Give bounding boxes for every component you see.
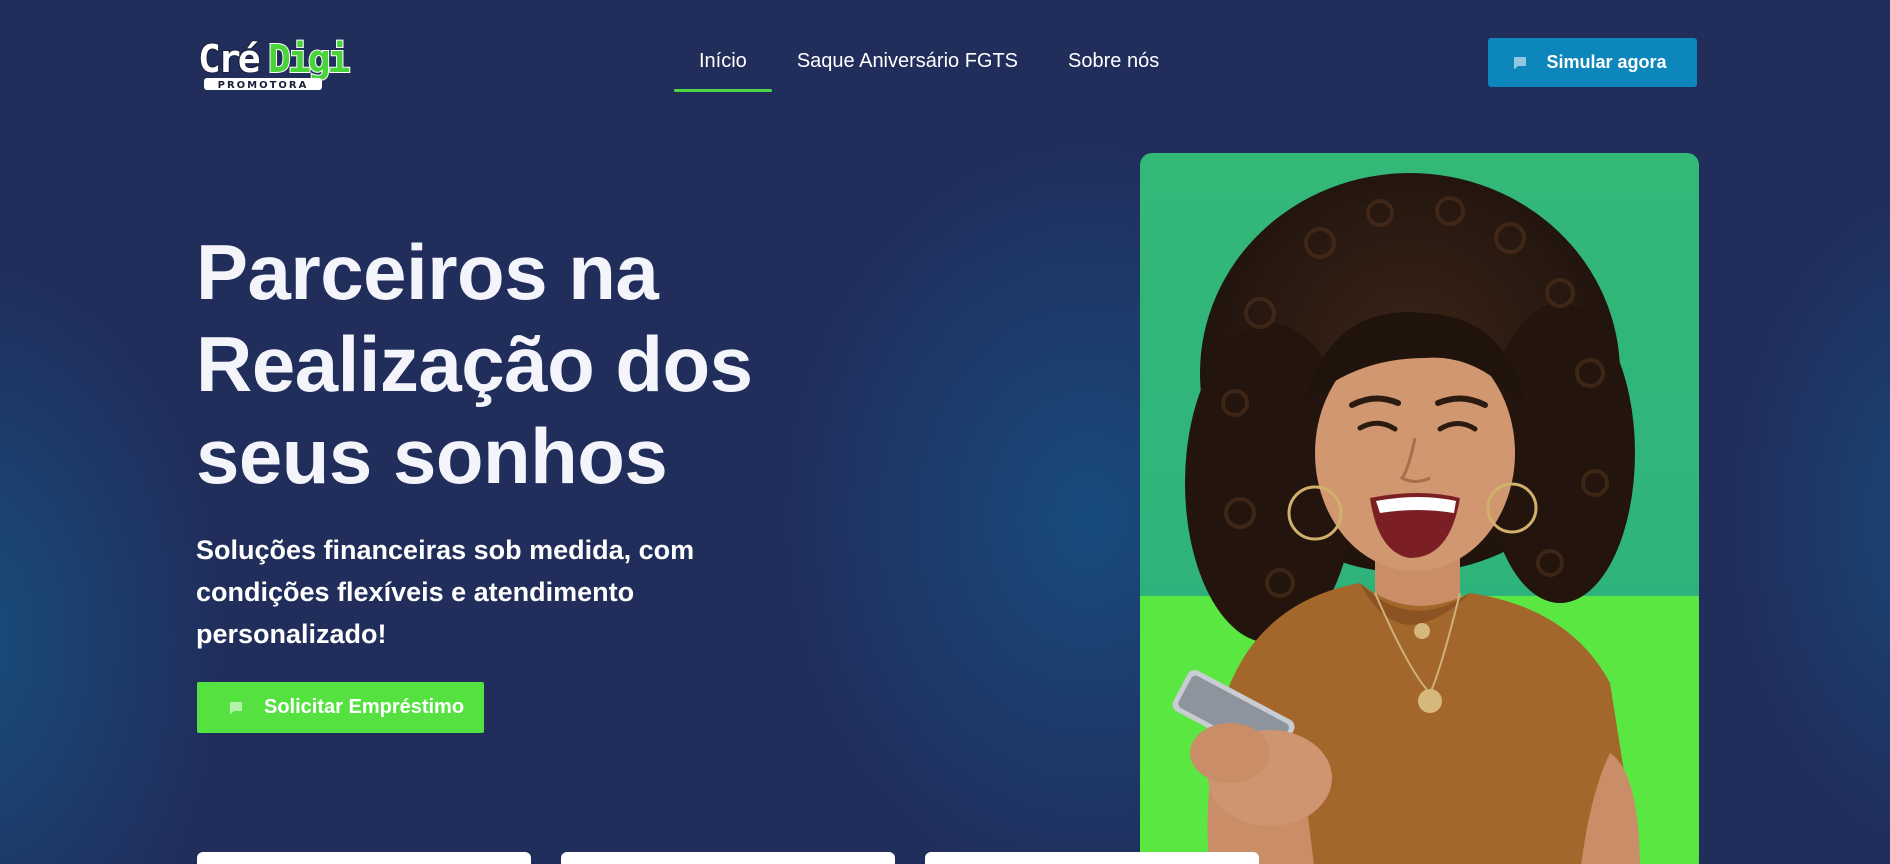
request-loan-label: Solicitar Empréstimo	[264, 696, 465, 718]
logo-accent-text: Digi	[268, 37, 350, 81]
hero-title-line: seus sonhos	[196, 412, 668, 500]
hero-subtitle-line: personalizado!	[196, 619, 387, 649]
logo-primary-text: Cré	[198, 37, 260, 81]
chat-icon	[230, 701, 242, 714]
feature-card	[561, 852, 895, 864]
feature-card	[197, 852, 531, 864]
nav-item-label: Saque Aniversário FGTS	[796, 50, 1019, 72]
woman-with-phone-illustration	[1172, 173, 1640, 864]
chat-icon	[1514, 56, 1527, 69]
main-nav: Início Saque Aniversário FGTS Sobre nós	[674, 36, 1184, 92]
hero-subtitle-line: condições flexíveis e atendimento	[196, 577, 635, 607]
nav-item-inicio[interactable]: Início	[674, 36, 772, 92]
hero-image	[1140, 153, 1699, 864]
page: Cré Digi PROMOTORA Início Saque Aniversá…	[0, 0, 1890, 864]
hero-title-line: Parceiros na	[196, 228, 659, 316]
hero-title-line: Realização dos	[196, 320, 753, 408]
nav-item-saque-aniversario-fgts[interactable]: Saque Aniversário FGTS	[772, 36, 1043, 92]
hero-title: Parceiros na Realização dos seus sonhos	[196, 226, 836, 502]
nav-item-label: Sobre nós	[1068, 50, 1160, 72]
logo-tagline: PROMOTORA	[218, 80, 309, 91]
nav-item-label: Início	[699, 50, 747, 72]
simulate-now-button[interactable]: Simular agora	[1488, 38, 1697, 87]
nav-item-sobre-nos[interactable]: Sobre nós	[1043, 36, 1184, 92]
credigi-logo[interactable]: Cré Digi PROMOTORA	[196, 34, 368, 92]
hero-subtitle-line: Soluções financeiras sob medida, com	[196, 535, 695, 565]
simulate-now-label: Simular agora	[1546, 52, 1667, 72]
feature-card	[925, 852, 1259, 864]
hero-subtitle: Soluções financeiras sob medida, com con…	[196, 529, 716, 655]
request-loan-button[interactable]: Solicitar Empréstimo	[197, 682, 484, 733]
